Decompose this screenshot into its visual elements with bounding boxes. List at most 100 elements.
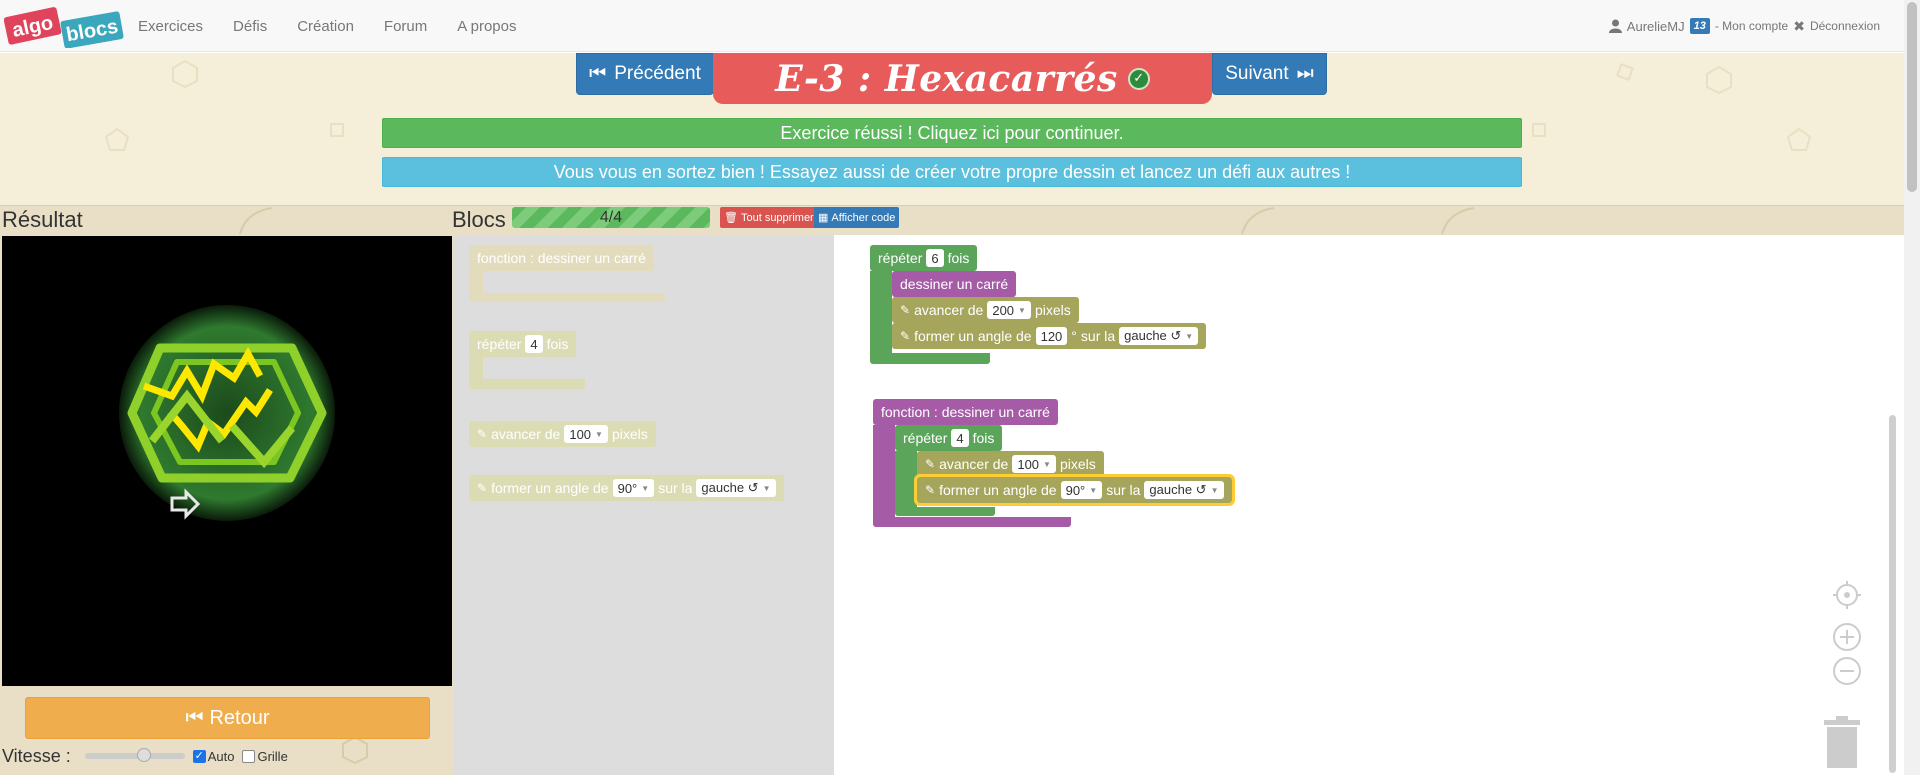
zoom-out-icon[interactable] [1832,656,1862,686]
toolbox-repeat-header[interactable]: répéter 4 fois [469,331,577,357]
function-header-label: fonction : dessiner un carré [881,404,1050,420]
function-arm [873,425,895,521]
toolbox-forward-block[interactable]: ✎ avancer de 100 ▼ pixels [469,421,656,447]
show-code-button[interactable]: ▦ Afficher code [814,207,900,228]
toolbox-repeat-block[interactable]: répéter 4 fois [469,331,589,391]
main-turn-angle[interactable]: 120 [1035,327,1068,345]
function-definition[interactable]: fonction : dessiner un carré répéter 4 f… [873,399,1273,529]
auto-label: Auto [207,748,235,764]
close-icon: ✖ [1793,17,1805,34]
account-link[interactable]: - Mon compte [1715,19,1788,33]
user-area: AurelieMJ 13 - Mon compte ✖ Déconnexion [1608,0,1880,52]
progress-bar: 4/4 [512,207,710,228]
pencil-icon: ✎ [925,483,936,497]
function-repeat-suffix: fois [972,430,995,446]
grid-checkbox-box[interactable] [242,749,256,763]
chevron-down-icon: ▼ [1185,331,1194,341]
decor-arc [239,207,273,235]
main-repeat-arm [870,271,892,355]
main-repeat-prefix: répéter [878,250,923,266]
main-turn-prefix: former un angle de [914,328,1032,344]
page-scrollbar[interactable] [1904,0,1920,775]
function-header[interactable]: fonction : dessiner un carré [873,399,1058,425]
call-draw-square-block[interactable]: dessiner un carré [892,271,1017,297]
main-forward-block[interactable]: ✎ avancer de 200 ▼ pixels [892,297,1079,323]
workspace-scrollbar[interactable] [1889,415,1896,773]
function-turn-direction-text: gauche ↺ [1149,482,1207,497]
toolbox-repeat-prefix: répéter [477,336,522,352]
decor-hexagon [1706,65,1732,95]
function-repeat-header[interactable]: répéter 4 fois [895,425,1003,451]
logout-link[interactable]: Déconnexion [1810,19,1880,33]
function-turn-block[interactable]: ✎ former un angle de 90° ▼ sur la gauche … [914,474,1235,506]
result-title: Résultat [2,207,83,232]
main-turn-unit: ° [1071,328,1077,344]
back-button[interactable]: ⏮ Retour [25,697,430,739]
exercise-title: E-3 : Hexacarrés ✓ [713,53,1212,104]
main-program[interactable]: répéter 6 fois dessiner un carré ✎ avanc… [870,245,1207,367]
nav-link-apropos[interactable]: A propos [457,18,530,35]
main-turn-direction[interactable]: gauche ↺ ▼ [1119,327,1199,345]
pencil-icon: ✎ [477,481,488,495]
function-forward-value[interactable]: 100 ▼ [1012,455,1056,473]
chevron-down-icon: ▼ [595,429,603,439]
grid-checkbox[interactable]: Grille [242,749,288,764]
step-forward-icon: ⏭ [1296,63,1314,84]
nav-link-creation[interactable]: Création [297,18,368,35]
toolbox-turn-direction[interactable]: gauche ↺ ▼ [696,479,776,497]
main-repeat-count[interactable]: 6 [926,249,944,267]
target-icon[interactable] [1832,580,1862,610]
function-turn-prefix: former un angle de [939,482,1057,498]
speed-slider-thumb[interactable] [136,748,151,762]
auto-checkbox[interactable]: ✓ Auto [192,748,235,764]
decor-hexagon [172,59,198,89]
toolbox-repeat-arm [469,357,483,381]
function-turn-angle[interactable]: 90° ▼ [1060,481,1103,499]
toolbox-repeat-count[interactable]: 4 [525,335,543,353]
next-button[interactable]: Suivant ⏭ [1212,53,1327,95]
function-forward-prefix: avancer de [939,456,1009,472]
delete-all-button[interactable]: 🗑 Tout supprimer [720,207,818,228]
section-toolbar [0,205,1904,235]
nav-link-exercices[interactable]: Exercices [138,18,217,35]
nav-link-defis[interactable]: Défis [233,18,281,35]
user-name[interactable]: AurelieMJ [1627,19,1685,34]
algoblocs-logo[interactable]: algo blocs [4,6,124,48]
toolbox-function-header[interactable]: fonction : dessiner un carré [469,245,654,271]
speed-slider[interactable] [84,748,185,762]
trash-icon[interactable] [1822,716,1862,768]
main-forward-value[interactable]: 200 ▼ [987,301,1031,319]
page-scrollbar-thumb[interactable] [1907,2,1917,192]
toolbox-turn-angle[interactable]: 90° ▼ [612,479,655,497]
drawing-canvas [2,236,452,686]
pencil-icon: ✎ [477,427,488,441]
main-repeat-header[interactable]: répéter 6 fois [870,245,978,271]
success-bar[interactable]: Exercice réussi ! Cliquez ici pour conti… [382,118,1522,148]
zoom-in-icon[interactable] [1832,622,1862,652]
main-forward-prefix: avancer de [914,302,984,318]
table-icon: ▦ [818,212,829,224]
main-repeat-foot [870,353,990,364]
user-icon [1608,19,1622,33]
toolbox-function-block[interactable]: fonction : dessiner un carré [469,245,669,302]
toolbox-turn-block[interactable]: ✎ former un angle de 90° ▼ sur la gauche … [469,475,784,501]
decor-arc [1441,207,1475,235]
function-turn-direction[interactable]: gauche ↺ ▼ [1144,481,1224,499]
toolbox-function-arm [469,271,483,295]
nav-link-forum[interactable]: Forum [384,18,441,35]
function-repeat-prefix: répéter [903,430,948,446]
main-turn-block[interactable]: ✎ former un angle de 120 ° sur la gauche… [892,323,1207,349]
main-nav: Exercices Défis Création Forum A propos [138,0,546,52]
function-forward-block[interactable]: ✎ avancer de 100 ▼ pixels [917,451,1104,477]
function-turn-angle-text: 90° [1065,482,1086,498]
function-repeat-count[interactable]: 4 [951,429,969,447]
toolbox-forward-value[interactable]: 100 ▼ [564,425,608,443]
back-label: Retour [209,706,270,729]
chevron-down-icon: ▼ [1018,305,1026,315]
call-draw-square-label: dessiner un carré [900,276,1009,292]
decor-hexagon [342,735,368,765]
function-forward-value-text: 100 [1017,456,1040,472]
auto-checkbox-box[interactable]: ✓ [192,749,206,763]
previous-button[interactable]: ⏮ Précédent [576,53,714,95]
blocks-title: Blocs [452,207,506,232]
